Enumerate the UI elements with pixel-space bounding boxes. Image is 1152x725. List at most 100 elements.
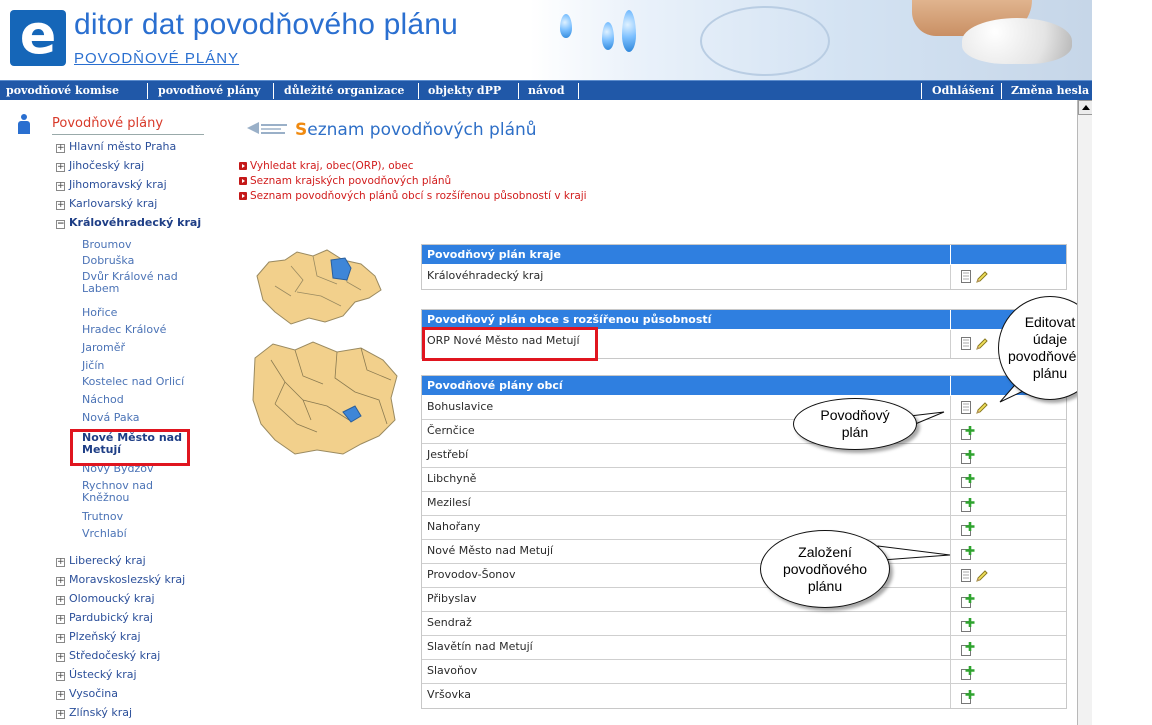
tree-city[interactable]: Nová Paka	[82, 412, 192, 424]
tree-region[interactable]: + Karlovarský kraj	[56, 197, 157, 211]
expand-icon[interactable]: +	[56, 691, 65, 700]
row-name[interactable]: Jestřebí	[427, 448, 468, 461]
tree-city[interactable]: Náchod	[82, 394, 192, 406]
tree-region[interactable]: + Jihomoravský kraj	[56, 178, 167, 192]
tree-region[interactable]: + Středočeský kraj	[56, 649, 160, 663]
table-header: Povodňový plán kraje	[422, 245, 1066, 265]
tree-region[interactable]: + Hlavní město Praha	[56, 140, 176, 154]
logout-link[interactable]: Odhlášení	[932, 81, 994, 101]
row-name[interactable]: Slavoňov	[427, 664, 477, 677]
expand-icon[interactable]: +	[56, 672, 65, 681]
add-document-icon[interactable]	[961, 689, 976, 704]
tree-region[interactable]: + Moravskoslezský kraj	[56, 573, 185, 587]
collapse-icon[interactable]: −	[56, 220, 65, 229]
expand-icon[interactable]: +	[56, 182, 65, 191]
table-row: Slavoňov	[422, 660, 1066, 684]
table-row: Vršovka	[422, 684, 1066, 708]
row-name[interactable]: Provodov-Šonov	[427, 568, 516, 581]
sidebar-title[interactable]: Povodňové plány	[52, 116, 163, 131]
expand-icon[interactable]: +	[56, 710, 65, 719]
edit-pencil-icon[interactable]	[975, 337, 989, 351]
table-row: Královéhradecký kraj	[422, 265, 1066, 289]
table-row: Černčice	[422, 420, 1066, 444]
add-document-icon[interactable]	[961, 545, 976, 560]
row-name[interactable]: Mezilesí	[427, 496, 471, 509]
tree-city[interactable]: Rychnov nad Kněžnou	[82, 480, 192, 504]
row-name[interactable]: Libchyně	[427, 472, 476, 485]
expand-icon[interactable]: +	[56, 653, 65, 662]
add-document-icon[interactable]	[961, 641, 976, 656]
tree-city[interactable]: Hradec Králové	[82, 324, 192, 336]
document-icon[interactable]	[961, 569, 971, 582]
row-name[interactable]: Nové Město nad Metují	[427, 544, 553, 557]
expand-icon[interactable]: +	[56, 144, 65, 153]
row-name[interactable]: Nahořany	[427, 520, 480, 533]
row-name[interactable]: Černčice	[427, 424, 475, 437]
add-document-icon[interactable]	[961, 497, 976, 512]
tree-city[interactable]: Vrchlabí	[82, 528, 192, 540]
tree-city[interactable]: Kostelec nad Orlicí	[82, 376, 192, 388]
document-icon[interactable]	[961, 270, 971, 283]
expand-icon[interactable]: +	[56, 596, 65, 605]
tree-region[interactable]: + Vysočina	[56, 687, 118, 701]
nav-item-organizations[interactable]: důležité organizace	[284, 81, 404, 101]
tree-city[interactable]: Jičín	[82, 360, 192, 372]
tree-region[interactable]: + Zlínský kraj	[56, 706, 132, 720]
add-document-icon[interactable]	[961, 425, 976, 440]
callout-plan: Povodňový plán	[793, 398, 917, 450]
edit-pencil-icon[interactable]	[975, 569, 989, 583]
expand-icon[interactable]: +	[56, 577, 65, 586]
expand-icon[interactable]: +	[56, 558, 65, 567]
tree-region[interactable]: + Olomoucký kraj	[56, 592, 155, 606]
tree-region[interactable]: + Plzeňský kraj	[56, 630, 141, 644]
app-subtitle[interactable]: POVODŇOVÉ PLÁNY	[74, 50, 239, 67]
add-document-icon[interactable]	[961, 617, 976, 632]
row-name[interactable]: Bohuslavice	[427, 400, 493, 413]
link-list: Vyhledat kraj, obec(ORP), obec Seznam kr…	[239, 159, 587, 204]
divider	[52, 134, 204, 135]
tree-region[interactable]: + Liberecký kraj	[56, 554, 146, 568]
nav-item-plans[interactable]: povodňové plány	[158, 81, 260, 101]
tree-region[interactable]: + Pardubický kraj	[56, 611, 153, 625]
row-name[interactable]: Sendraž	[427, 616, 472, 629]
search-link[interactable]: Vyhledat kraj, obec(ORP), obec	[239, 159, 587, 174]
tree-city[interactable]: Trutnov	[82, 511, 192, 523]
add-document-icon[interactable]	[961, 473, 976, 488]
tree-city[interactable]: Dvůr Králové nad Labem	[82, 271, 192, 295]
tree-region[interactable]: + Jihočeský kraj	[56, 159, 144, 173]
add-document-icon[interactable]	[961, 449, 976, 464]
expand-icon[interactable]: +	[56, 201, 65, 210]
orp-plans-link[interactable]: Seznam povodňových plánů obcí s rozšířen…	[239, 189, 587, 204]
document-icon[interactable]	[961, 337, 971, 350]
nav-item-objects[interactable]: objekty dPP	[428, 81, 501, 101]
tree-city[interactable]: Dobruška	[82, 255, 192, 267]
tree-city[interactable]: Broumov	[82, 239, 192, 251]
expand-icon[interactable]: +	[56, 615, 65, 624]
add-document-icon[interactable]	[961, 593, 976, 608]
table-row: Nahořany	[422, 516, 1066, 540]
edit-pencil-icon[interactable]	[975, 401, 989, 415]
row-name[interactable]: Vršovka	[427, 688, 471, 701]
tree-city[interactable]: Jaroměř	[82, 342, 192, 354]
expand-icon[interactable]: +	[56, 634, 65, 643]
tree-region[interactable]: + Ústecký kraj	[56, 668, 137, 682]
edit-pencil-icon[interactable]	[975, 270, 989, 284]
document-icon[interactable]	[961, 401, 971, 414]
nav-item-commissions[interactable]: povodňové komise	[6, 81, 119, 101]
expand-icon[interactable]: +	[56, 163, 65, 172]
vertical-scrollbar[interactable]	[1077, 100, 1093, 725]
scroll-up-button[interactable]	[1078, 100, 1093, 115]
change-password-link[interactable]: Změna hesla	[1011, 81, 1089, 101]
row-name[interactable]: Královéhradecký kraj	[427, 269, 543, 282]
region-map-image	[252, 341, 398, 455]
tree-region-expanded[interactable]: − Královéhradecký kraj	[56, 216, 201, 230]
add-document-icon[interactable]	[961, 665, 976, 680]
row-name[interactable]: Přibyslav	[427, 592, 477, 605]
table-row: Mezilesí	[422, 492, 1066, 516]
nav-item-guide[interactable]: návod	[528, 81, 565, 101]
row-name[interactable]: Slavětín nad Metují	[427, 640, 533, 653]
region-plans-link[interactable]: Seznam krajských povodňových plánů	[239, 174, 587, 189]
tree-city[interactable]: Hořice	[82, 307, 192, 319]
app-header: e ditor dat povodňového plánu POVODŇOVÉ …	[0, 0, 1092, 80]
add-document-icon[interactable]	[961, 521, 976, 536]
